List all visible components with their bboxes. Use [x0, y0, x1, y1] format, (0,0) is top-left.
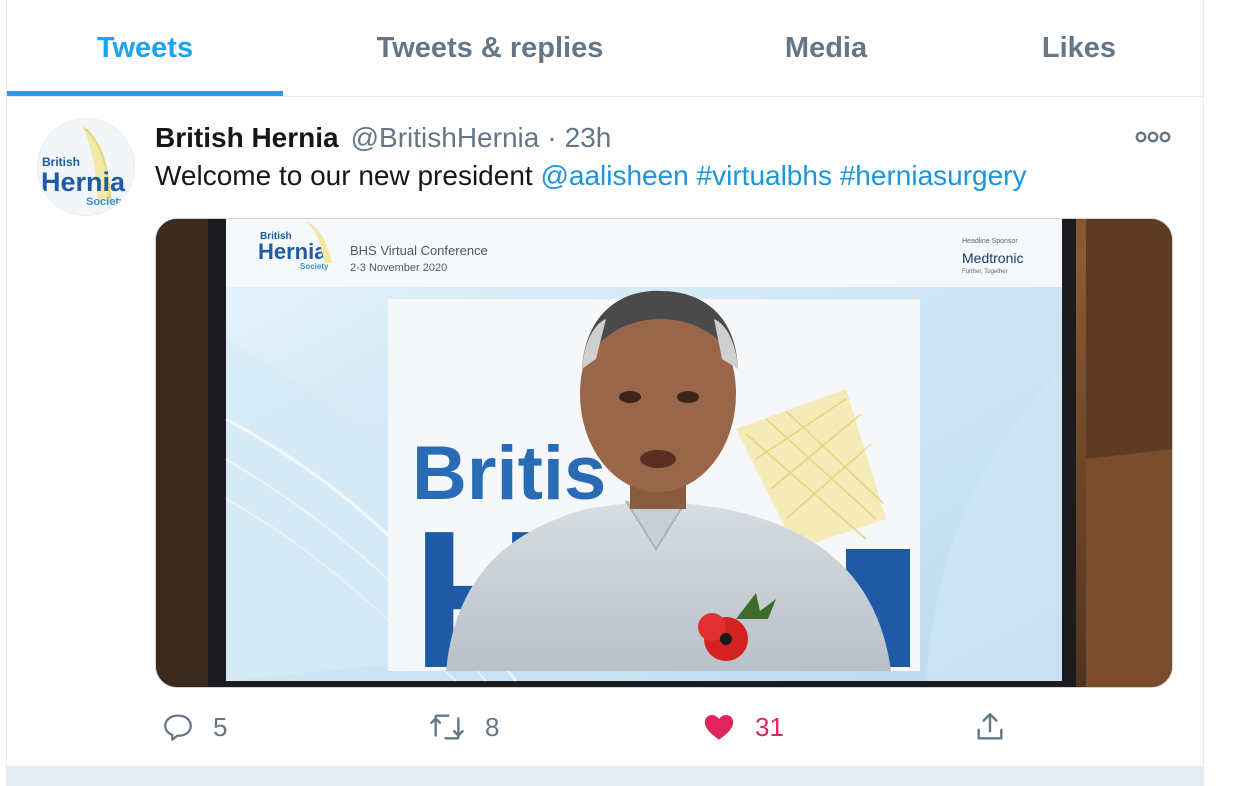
conference-dates: 2-3 November 2020 [350, 262, 447, 274]
retweet-button[interactable]: 8 [427, 705, 499, 749]
tab-tweets[interactable]: Tweets [7, 0, 283, 96]
share-button[interactable] [973, 705, 1007, 749]
author-handle[interactable]: @BritishHernia [351, 122, 540, 154]
tweet-text: Welcome to our new president @aalisheen … [155, 160, 1027, 192]
tweet-actions: 5 8 31 [155, 705, 1175, 749]
media-photo: Britis H [156, 219, 1172, 687]
hashtag-link[interactable]: #herniasurgery [840, 160, 1027, 191]
tab-label: Media [784, 31, 868, 64]
timeline-divider [7, 766, 1203, 786]
avatar-logo-line3: Society [86, 196, 126, 208]
reply-button[interactable]: 5 [161, 705, 227, 749]
tab-likes[interactable]: Likes [955, 0, 1203, 96]
british-hernia-logo: British Hernia Society [38, 119, 134, 215]
separator: · [547, 122, 557, 153]
like-count: 31 [755, 711, 784, 742]
reply-icon [164, 714, 192, 741]
author-name[interactable]: British Hernia [155, 122, 339, 154]
active-tab-indicator [7, 91, 283, 96]
retweet-icon [430, 714, 464, 740]
like-icon [704, 714, 734, 740]
profile-timeline: Tweets Tweets & replies Media Likes Brit… [6, 0, 1204, 786]
more-icon [1135, 131, 1171, 143]
tab-tweets-and-replies[interactable]: Tweets & replies [283, 0, 697, 96]
avatar-logo-line2: Hernia [41, 167, 126, 197]
sponsor-name: Medtronic [962, 250, 1023, 266]
tweet-media[interactable]: Britis H [155, 218, 1173, 688]
sponsor-tagline: Further, Together [962, 269, 1008, 275]
tweet-header: British Hernia @BritishHernia · 23h [155, 118, 611, 158]
profile-tabs: Tweets Tweets & replies Media Likes [7, 0, 1203, 97]
like-button[interactable]: 31 [701, 705, 784, 749]
reply-count: 5 [213, 711, 228, 742]
media-logo-line3: Society [300, 262, 329, 271]
share-icon [977, 713, 1003, 740]
sponsor-label: Headline Sponsor [962, 238, 1018, 245]
tweet-time[interactable]: 23h [565, 122, 612, 154]
retweet-count: 8 [485, 711, 500, 742]
tab-label: Tweets [96, 31, 194, 64]
tab-media[interactable]: Media [697, 0, 955, 96]
hashtag-link[interactable]: #virtualbhs [697, 160, 832, 191]
more-button[interactable] [1133, 124, 1173, 150]
avatar[interactable]: British Hernia Society [37, 118, 135, 216]
mention-link[interactable]: @aalisheen [540, 160, 688, 191]
conference-title: BHS Virtual Conference [350, 243, 488, 258]
tab-label: Likes [1041, 31, 1117, 64]
tweet-text-plain: Welcome to our new president [155, 160, 541, 191]
tab-label: Tweets & replies [376, 31, 604, 64]
media-logo-line2: Hernia [258, 239, 327, 264]
